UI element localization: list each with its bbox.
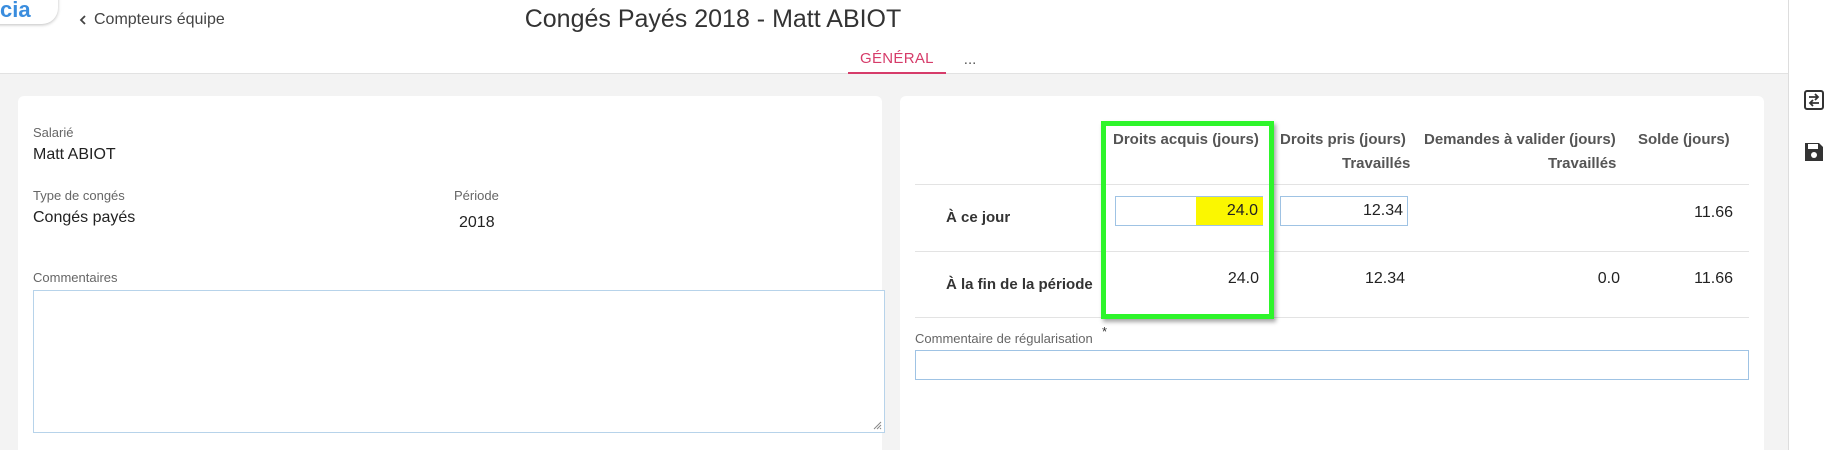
right-toolbar: [1788, 74, 1836, 450]
regularization-input[interactable]: [915, 350, 1749, 380]
balance-today-value: 11.66: [1694, 204, 1733, 221]
resize-grip-icon[interactable]: [873, 421, 882, 430]
employee-label: Salarié: [33, 125, 74, 140]
save-icon[interactable]: [1803, 141, 1825, 163]
annotation-highlight-frame: [1101, 121, 1274, 319]
leave-type-label: Type de congés: [33, 188, 125, 203]
table-divider: [915, 317, 1749, 318]
period-label: Période: [454, 188, 499, 203]
page-title: Congés Payés 2018 - Matt ABIOT: [524, 5, 902, 33]
table-divider: [915, 184, 1749, 185]
table-divider: [915, 251, 1749, 252]
taken-today-input[interactable]: 12.34: [1280, 196, 1408, 226]
leave-info-card: Salarié Matt ABIOT Type de congés Congés…: [18, 96, 885, 450]
row-label-period-end: À la fin de la période: [946, 276, 1093, 293]
col-head-pending: Demandes à valider (jours): [1424, 131, 1616, 148]
balance-end-value: 11.66: [1694, 270, 1733, 287]
tab-more[interactable]: ...: [964, 51, 977, 74]
taken-today-value: 12.34: [1362, 202, 1403, 219]
pending-end-value: 0.0: [1597, 270, 1620, 287]
col-sub-taken: Travaillés: [1342, 155, 1411, 172]
taken-end-value: 12.34: [1364, 270, 1405, 287]
col-head-taken: Droits pris (jours): [1280, 131, 1406, 148]
period-value: 2018: [459, 214, 495, 231]
leave-type-value: Congés payés: [33, 209, 136, 226]
col-head-balance: Solde (jours): [1638, 131, 1730, 148]
row-label-today: À ce jour: [946, 209, 1011, 226]
required-marker: *: [1102, 324, 1108, 339]
regularization-label: Commentaire de régularisation: [915, 331, 1093, 346]
tab-general[interactable]: GÉNÉRAL: [848, 49, 946, 74]
comments-label: Commentaires: [33, 270, 118, 285]
balances-card: Droits acquis (jours) Droits pris (jours…: [900, 96, 1764, 450]
top-header: cia Compteurs équipe Congés Payés 2018 -…: [0, 0, 1788, 74]
employee-value: Matt ABIOT: [33, 146, 116, 163]
comments-textarea[interactable]: [33, 290, 885, 433]
col-sub-pending: Travaillés: [1548, 155, 1617, 172]
toolbar-top: [1788, 0, 1836, 74]
tab-bar: GÉNÉRAL ...: [848, 49, 976, 74]
swap-icon[interactable]: [1803, 89, 1825, 111]
